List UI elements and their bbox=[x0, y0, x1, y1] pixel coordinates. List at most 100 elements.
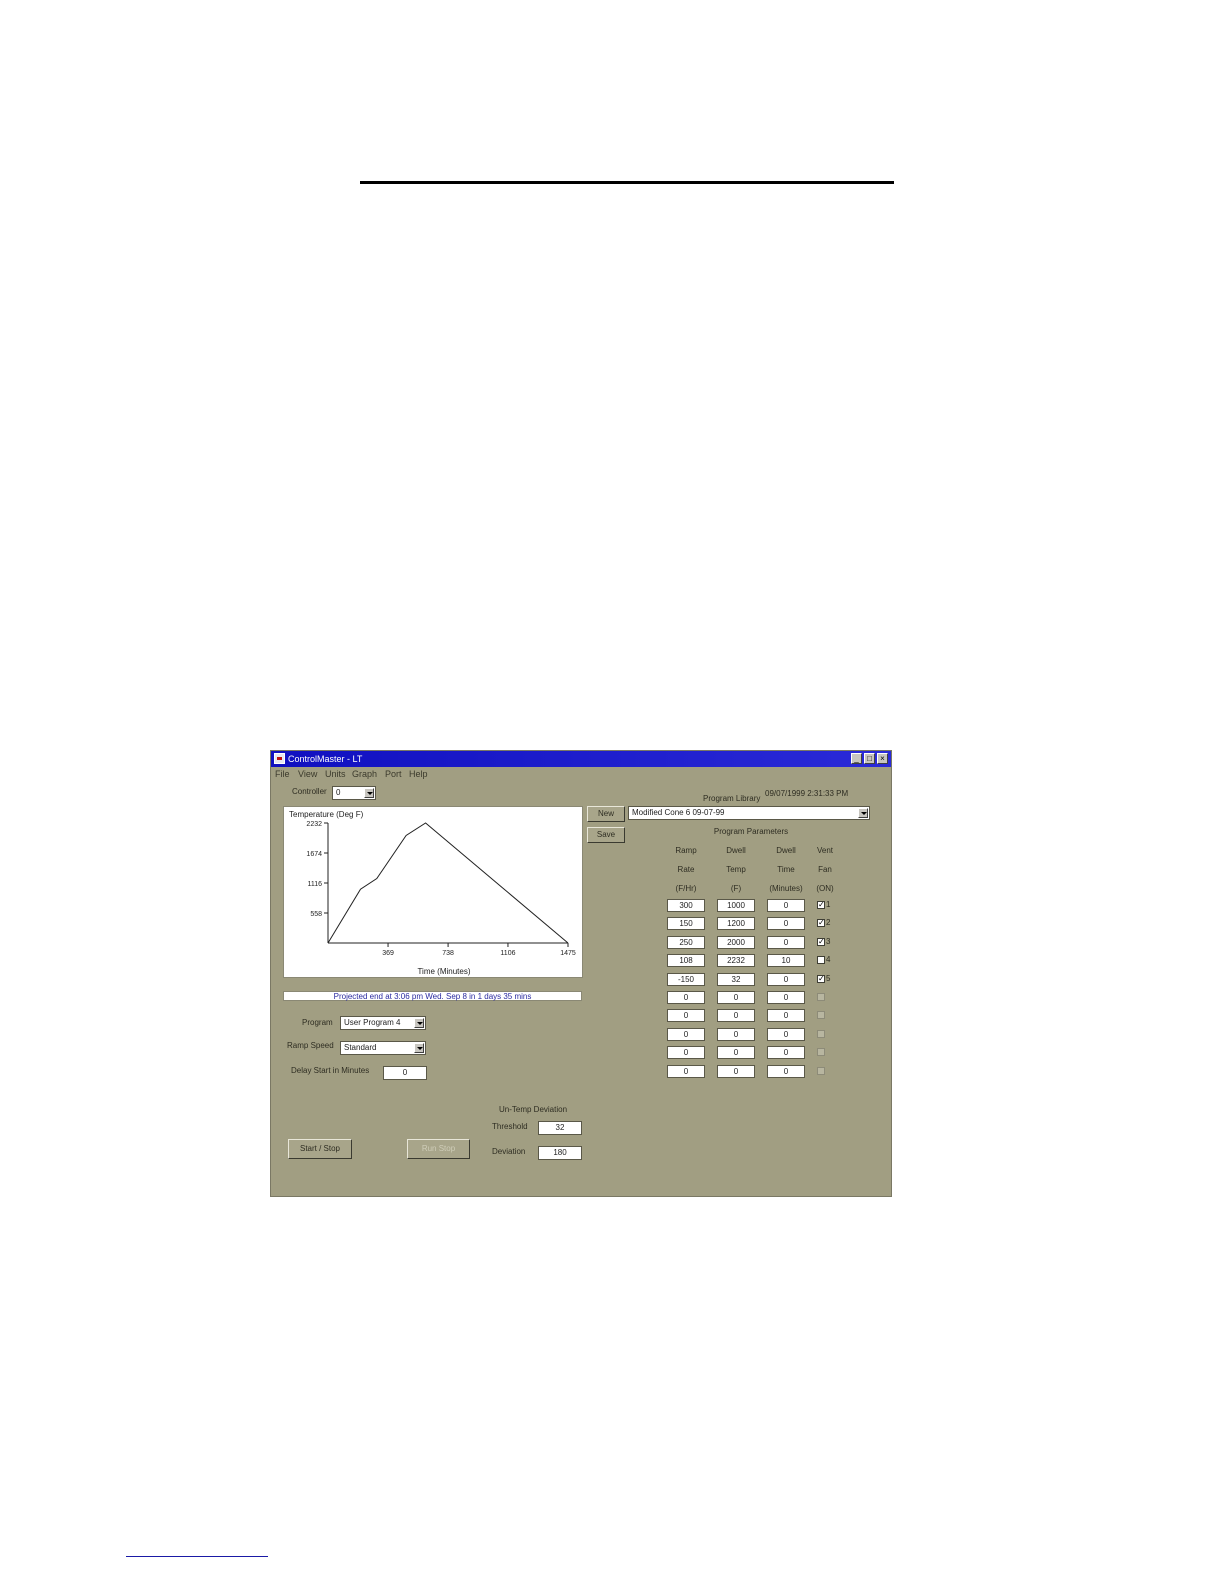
dwell-temp-input[interactable]: 2000 bbox=[717, 936, 755, 949]
vent-fan-checkbox[interactable]: ✓ bbox=[817, 975, 825, 983]
ramp-rate-input[interactable]: 0 bbox=[667, 1028, 705, 1041]
vent-fan-checkbox[interactable] bbox=[817, 1048, 825, 1056]
dwell-time-input[interactable]: 0 bbox=[767, 1065, 805, 1078]
ramp-speed-label: Ramp Speed bbox=[287, 1041, 334, 1050]
run-stop-button[interactable]: Run Stop bbox=[407, 1139, 470, 1159]
status-bar: Projected end at 3:06 pm Wed. Sep 8 in 1… bbox=[283, 991, 582, 1001]
program-library-value: Modified Cone 6 09-07-99 bbox=[632, 808, 725, 817]
col-header-dwell-temp-1: Dwell bbox=[726, 846, 746, 855]
controller-value: 0 bbox=[336, 788, 341, 797]
vent-fan-checkbox[interactable] bbox=[817, 1011, 825, 1019]
dwell-temp-input[interactable]: 2232 bbox=[717, 954, 755, 967]
chevron-down-icon[interactable] bbox=[414, 1043, 424, 1053]
chart-title: Temperature (Deg F) bbox=[289, 810, 364, 819]
vent-fan-checkbox[interactable] bbox=[817, 993, 825, 1001]
dwell-temp-input[interactable]: 0 bbox=[717, 1028, 755, 1041]
title-bar[interactable]: ControlMaster - LT _ □ × bbox=[271, 751, 891, 767]
threshold-input[interactable]: 32 bbox=[538, 1121, 582, 1135]
col-header-vent-3: (ON) bbox=[816, 884, 834, 893]
dwell-time-input[interactable]: 0 bbox=[767, 899, 805, 912]
dwell-time-input[interactable]: 0 bbox=[767, 991, 805, 1004]
vent-fan-checkbox[interactable]: ✓ bbox=[817, 901, 825, 909]
vent-fan-checkbox[interactable]: ✓ bbox=[817, 919, 825, 927]
vent-fan-checkbox[interactable] bbox=[817, 1067, 825, 1075]
deviation-title: Un-Temp Deviation bbox=[499, 1105, 568, 1114]
x-tick-label: 738 bbox=[442, 950, 454, 957]
dwell-time-input[interactable]: 0 bbox=[767, 1009, 805, 1022]
dwell-temp-input[interactable]: 0 bbox=[717, 991, 755, 1004]
new-button[interactable]: New bbox=[587, 806, 625, 822]
deviation-label: Deviation bbox=[492, 1147, 526, 1156]
deviation-input[interactable]: 180 bbox=[538, 1146, 582, 1160]
x-tick-label: 1106 bbox=[500, 950, 515, 957]
dwell-time-input[interactable]: 10 bbox=[767, 954, 805, 967]
minimize-icon[interactable]: _ bbox=[851, 753, 862, 764]
x-tick-label: 1475 bbox=[560, 950, 576, 957]
app-icon bbox=[274, 753, 285, 764]
controller-select[interactable]: 0 bbox=[332, 786, 376, 800]
delay-start-label: Delay Start in Minutes bbox=[291, 1066, 370, 1075]
ramp-speed-value: Standard bbox=[344, 1043, 377, 1052]
vent-fan-checkbox[interactable] bbox=[817, 1030, 825, 1038]
document-top-rule bbox=[360, 181, 894, 184]
vent-fan-checkbox[interactable] bbox=[817, 956, 825, 964]
start-stop-button[interactable]: Start / Stop bbox=[288, 1139, 352, 1159]
menu-port[interactable]: Port bbox=[385, 768, 402, 780]
ramp-speed-select[interactable]: Standard bbox=[340, 1041, 426, 1055]
dwell-temp-input[interactable]: 0 bbox=[717, 1009, 755, 1022]
menu-units[interactable]: Units bbox=[325, 768, 346, 780]
menu-help[interactable]: Help bbox=[409, 768, 428, 780]
col-header-vent-1: Vent bbox=[816, 846, 833, 855]
col-header-ramp-1: Ramp bbox=[675, 846, 697, 855]
temperature-chart: Temperature (Deg F) 558 1116 1674 2232 369 738… bbox=[283, 806, 583, 978]
dwell-temp-input[interactable]: 1200 bbox=[717, 917, 755, 930]
series-line bbox=[327, 822, 569, 944]
ramp-rate-input[interactable]: 0 bbox=[667, 991, 705, 1004]
delay-start-input[interactable]: 0 bbox=[383, 1066, 427, 1080]
ramp-rate-input[interactable]: 0 bbox=[667, 1065, 705, 1078]
dwell-temp-input[interactable]: 1000 bbox=[717, 899, 755, 912]
program-select[interactable]: User Program 4 bbox=[340, 1016, 426, 1030]
segment-number-label: 5 bbox=[826, 974, 831, 983]
y-tick-label: 2232 bbox=[306, 821, 322, 828]
ramp-rate-input[interactable]: 108 bbox=[667, 954, 705, 967]
dwell-time-input[interactable]: 0 bbox=[767, 1046, 805, 1059]
footnote-rule bbox=[126, 1556, 268, 1557]
dwell-time-input[interactable]: 0 bbox=[767, 917, 805, 930]
dwell-temp-input[interactable]: 0 bbox=[717, 1065, 755, 1078]
dwell-time-input[interactable]: 0 bbox=[767, 1028, 805, 1041]
program-library-select[interactable]: Modified Cone 6 09-07-99 bbox=[628, 806, 870, 820]
program-label: Program bbox=[302, 1018, 333, 1027]
program-value: User Program 4 bbox=[344, 1018, 401, 1027]
menu-graph[interactable]: Graph bbox=[352, 768, 377, 780]
dwell-time-input[interactable]: 0 bbox=[767, 973, 805, 986]
ramp-rate-input[interactable]: 300 bbox=[667, 899, 705, 912]
dwell-temp-input[interactable]: 0 bbox=[717, 1046, 755, 1059]
ramp-rate-input[interactable]: -150 bbox=[667, 973, 705, 986]
col-header-dwell-time-3: (Minutes) bbox=[769, 884, 803, 893]
ramp-rate-input[interactable]: 250 bbox=[667, 936, 705, 949]
menu-view[interactable]: View bbox=[298, 768, 317, 780]
vent-fan-checkbox[interactable]: ✓ bbox=[817, 938, 825, 946]
menu-file[interactable]: File bbox=[275, 768, 290, 780]
chevron-down-icon[interactable] bbox=[364, 788, 374, 798]
col-header-ramp-3: (F/Hr) bbox=[675, 884, 697, 893]
chevron-down-icon[interactable] bbox=[414, 1018, 424, 1028]
col-header-vent-2: Fan bbox=[818, 865, 832, 874]
ramp-rate-input[interactable]: 0 bbox=[667, 1046, 705, 1059]
save-button[interactable]: Save bbox=[587, 827, 625, 843]
controller-label: Controller bbox=[292, 787, 327, 796]
dwell-temp-input[interactable]: 32 bbox=[717, 973, 755, 986]
col-header-ramp-2: Rate bbox=[677, 865, 695, 874]
dwell-time-input[interactable]: 0 bbox=[767, 936, 805, 949]
y-tick-label: 1116 bbox=[307, 881, 322, 888]
y-tick-label: 1674 bbox=[306, 851, 322, 858]
program-parameters-title: Program Parameters bbox=[713, 827, 789, 836]
close-icon[interactable]: × bbox=[877, 753, 888, 764]
segment-number-label: 2 bbox=[826, 918, 831, 927]
threshold-label: Threshold bbox=[492, 1122, 528, 1131]
chevron-down-icon[interactable] bbox=[858, 808, 868, 818]
maximize-icon[interactable]: □ bbox=[864, 753, 875, 764]
ramp-rate-input[interactable]: 150 bbox=[667, 917, 705, 930]
ramp-rate-input[interactable]: 0 bbox=[667, 1009, 705, 1022]
